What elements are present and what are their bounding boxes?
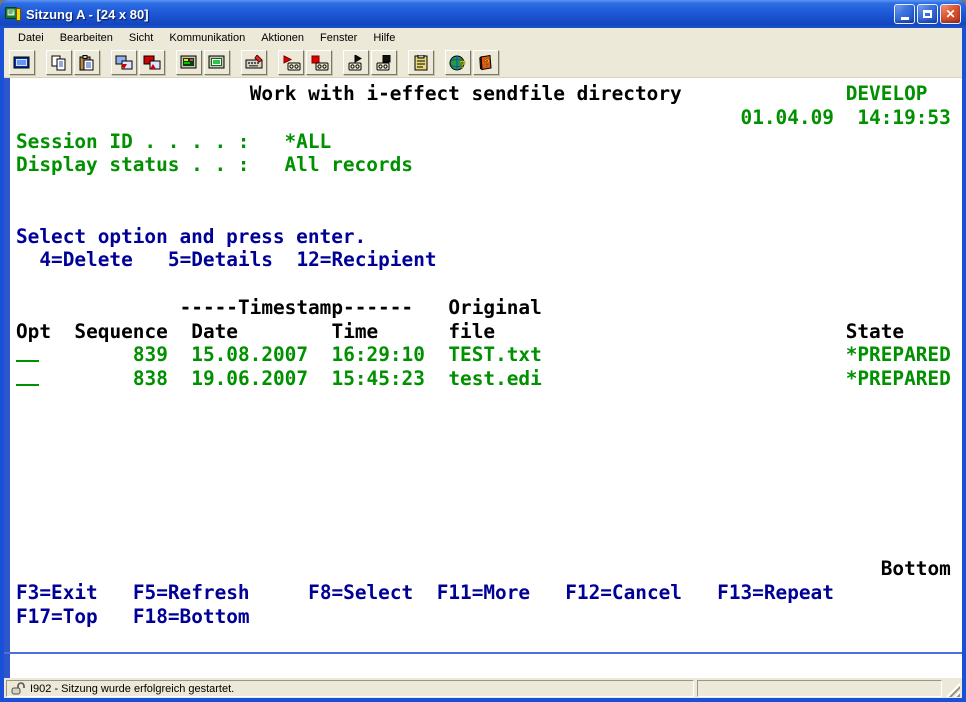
screen-text: F11=More (437, 581, 530, 605)
session-window-button[interactable] (9, 50, 35, 75)
maximize-icon (923, 10, 932, 18)
screen-text: file (448, 320, 495, 344)
screen-text: *PREPARED (846, 343, 951, 367)
screen-text: TEST.txt (448, 343, 541, 367)
app-icon (5, 6, 22, 22)
maximize-button[interactable] (917, 4, 938, 24)
clipboard-pad-icon (413, 55, 429, 71)
receive-file-button[interactable] (139, 50, 165, 75)
display-setup-icon (180, 55, 198, 71)
screen-text: F3=Exit (16, 581, 98, 605)
menu-item-kommunikation[interactable]: Kommunikation (161, 30, 253, 46)
clipboard-pad-button[interactable] (408, 50, 434, 75)
web-globe-help-button[interactable]: ? (445, 50, 471, 75)
screen-text: Time (332, 320, 379, 344)
paste-icon (78, 55, 96, 71)
menu-item-aktionen[interactable]: Aktionen (253, 30, 312, 46)
menu-item-hilfe[interactable]: Hilfe (365, 30, 403, 46)
screen-text: 19.06.2007 (191, 367, 308, 391)
screen-text: Session ID . . . . : *ALL (16, 130, 331, 154)
screen-text: F13=Repeat (717, 581, 834, 605)
screen-text: 839 (133, 343, 168, 367)
send-file-button[interactable] (111, 50, 137, 75)
screen-text: F17=Top (16, 605, 98, 629)
screen-text: Sequence (74, 320, 167, 344)
statusbar-message: I902 - Sitzung wurde erfolgreich gestart… (30, 683, 234, 695)
screen-text: DEVELOP (846, 82, 928, 106)
screen-text: 14:19:53 (857, 106, 950, 130)
terminal-right-border (4, 78, 10, 678)
screen-text: Date (191, 320, 238, 344)
copy-button[interactable] (46, 50, 72, 75)
keyboard-setup-button[interactable] (241, 50, 267, 75)
screen-text: Opt (16, 320, 51, 344)
screen-text: *PREPARED (846, 367, 951, 391)
svg-text:?: ? (459, 59, 466, 71)
screen-text: test.edi (448, 367, 541, 391)
color-setup-icon (208, 55, 226, 71)
menubar: DateiBearbeitenSichtKommunikationAktione… (4, 28, 962, 48)
minimize-icon (901, 17, 909, 20)
menu-item-bearbeiten[interactable]: Bearbeiten (52, 30, 121, 46)
svg-text:?: ? (484, 58, 490, 69)
statusbar-secondary-panel (697, 680, 942, 697)
color-setup-button[interactable] (204, 50, 230, 75)
window-title: Sitzung A - [24 x 80] (26, 7, 894, 22)
close-button[interactable]: ✕ (940, 4, 961, 24)
keyboard-setup-icon (245, 55, 264, 71)
screen-text: 15:45:23 (332, 367, 425, 391)
screen-text: F12=Cancel (565, 581, 682, 605)
resize-grip[interactable] (945, 680, 960, 697)
oia-separator-line (4, 652, 962, 654)
receive-file-icon (143, 55, 161, 71)
screen-text: 16:29:10 (332, 343, 425, 367)
display-setup-button[interactable] (176, 50, 202, 75)
play-macro-icon (347, 55, 366, 71)
screen-text: 4=Delete (39, 248, 132, 272)
statusbar: I902 - Sitzung wurde erfolgreich gestart… (4, 678, 962, 698)
help-book-button[interactable]: ? (473, 50, 499, 75)
toolbar: ? ? (4, 48, 962, 78)
screen-text: 12=Recipient (296, 248, 436, 272)
screen-text: -----Timestamp------ (180, 296, 413, 320)
connection-icon (11, 682, 25, 695)
screen-text: State (846, 320, 904, 344)
record-macro-stop-icon (310, 55, 329, 71)
menu-item-sicht[interactable]: Sicht (121, 30, 161, 46)
titlebar[interactable]: Sitzung A - [24 x 80] ✕ (0, 0, 966, 28)
opt-input-field[interactable] (16, 367, 39, 386)
paste-button[interactable] (74, 50, 100, 75)
screen-text: 15.08.2007 (191, 343, 308, 367)
screen-text: Work with i-effect sendfile directory (250, 82, 682, 106)
screen-text: F18=Bottom (133, 605, 250, 629)
web-globe-help-icon: ? (449, 55, 467, 71)
opt-input-field[interactable] (16, 343, 39, 362)
help-book-icon: ? (478, 55, 494, 71)
play-macro-button[interactable] (343, 50, 369, 75)
record-macro-stop-button[interactable] (306, 50, 332, 75)
screen-text: Original (448, 296, 541, 320)
terminal-screen[interactable]: Work with i-effect sendfile directory DEV… (4, 78, 962, 678)
screen-text: Bottom (881, 557, 951, 581)
statusbar-message-panel: I902 - Sitzung wurde erfolgreich gestart… (6, 680, 694, 697)
record-macro-start-icon (282, 55, 301, 71)
session-window-icon (13, 55, 31, 71)
app-window: Sitzung A - [24 x 80] ✕ DateiBearbeitenS… (0, 0, 966, 702)
screen-text: 5=Details (168, 248, 273, 272)
screen-text: Display status . . : All records (16, 153, 413, 177)
minimize-button[interactable] (894, 4, 915, 24)
copy-icon (50, 55, 68, 71)
screen-text: 01.04.09 (741, 106, 834, 130)
send-file-icon (115, 55, 133, 71)
screen-text: F5=Refresh (133, 581, 250, 605)
menu-item-datei[interactable]: Datei (10, 30, 52, 46)
close-icon: ✕ (945, 8, 955, 20)
screen-text: F8=Select (308, 581, 413, 605)
stop-macro-icon (375, 55, 394, 71)
screen-text: Select option and press enter. (16, 225, 366, 249)
menu-item-fenster[interactable]: Fenster (312, 30, 365, 46)
screen-text: 838 (133, 367, 168, 391)
record-macro-start-button[interactable] (278, 50, 304, 75)
stop-macro-button[interactable] (371, 50, 397, 75)
